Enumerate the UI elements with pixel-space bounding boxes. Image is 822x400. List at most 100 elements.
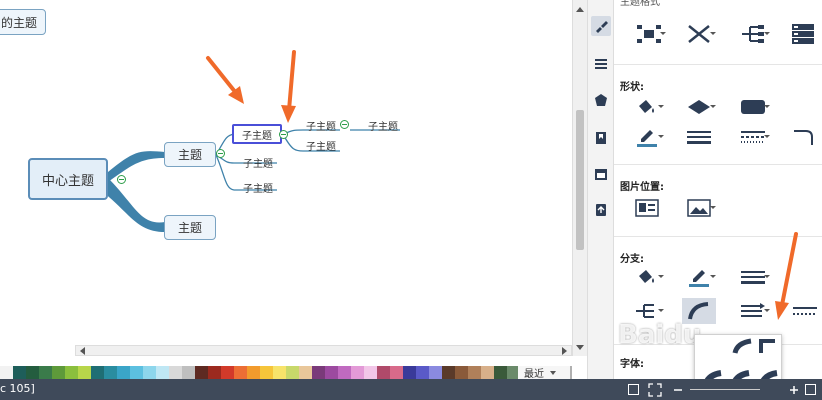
color-swatch[interactable] (52, 366, 65, 379)
color-swatch[interactable] (117, 366, 130, 379)
color-swatch[interactable] (182, 366, 195, 379)
scroll-up-icon[interactable] (576, 7, 584, 12)
color-swatch[interactable] (442, 366, 455, 379)
central-topic[interactable]: 中心主题 (28, 158, 108, 200)
structure-table-button[interactable] (786, 23, 820, 45)
tab-format[interactable] (591, 16, 611, 36)
color-swatch[interactable] (104, 366, 117, 379)
border-color-button[interactable] (630, 126, 664, 148)
image-position-button[interactable] (682, 197, 716, 219)
recent-colors-dropdown[interactable]: 最近 (518, 366, 570, 380)
mindmap-canvas[interactable]: 的主题 中心主题 主题 主题 子主题 子主题 子主题 子主题 子主题 子主题 (0, 0, 572, 356)
color-swatch[interactable] (39, 366, 52, 379)
scroll-thumb[interactable] (576, 110, 584, 250)
branch-dashed-button[interactable] (788, 300, 822, 322)
restore-icon[interactable] (805, 384, 816, 395)
zoom-in-icon[interactable] (788, 383, 800, 397)
color-swatch[interactable] (0, 366, 13, 379)
color-swatch[interactable] (325, 366, 338, 379)
collapse-toggle-selected[interactable] (279, 130, 288, 139)
color-swatch[interactable] (273, 366, 286, 379)
structure-tree-button[interactable] (736, 23, 770, 45)
fill-color-button[interactable] (630, 96, 664, 118)
collapse-toggle-central[interactable] (117, 175, 126, 184)
subtopic-selected[interactable]: 子主题 (232, 124, 282, 144)
color-swatch[interactable] (234, 366, 247, 379)
border-style-button[interactable] (736, 126, 770, 148)
color-swatch[interactable] (338, 366, 351, 379)
color-swatch[interactable] (481, 366, 494, 379)
color-swatch[interactable] (208, 366, 221, 379)
tab-task[interactable] (591, 200, 611, 220)
fit-page-icon[interactable] (628, 384, 639, 395)
chevron-down-icon (550, 370, 556, 375)
scroll-right-icon[interactable] (562, 347, 567, 355)
color-swatch[interactable] (286, 366, 299, 379)
color-swatch[interactable] (156, 366, 169, 379)
shape-rounded-button[interactable] (736, 96, 770, 118)
color-swatch[interactable] (299, 366, 312, 379)
branch-arrow-button[interactable] (736, 300, 770, 322)
branch-line-color-button[interactable] (682, 266, 716, 288)
color-swatch[interactable] (143, 366, 156, 379)
line-width-icon (687, 131, 711, 144)
tab-icons[interactable] (591, 90, 611, 110)
color-swatch[interactable] (468, 366, 481, 379)
color-swatch[interactable] (416, 366, 429, 379)
border-width-button[interactable] (682, 126, 716, 148)
tab-clipart[interactable] (591, 128, 611, 148)
chevron-down-icon (764, 135, 770, 138)
image-left-button[interactable] (630, 197, 664, 219)
subtopic-third[interactable]: 子主题 (240, 180, 276, 195)
branch-width-button[interactable] (736, 266, 770, 288)
topic-lower[interactable]: 主题 (164, 215, 216, 240)
structure-map-button[interactable] (632, 23, 666, 45)
topic-upper[interactable]: 主题 (164, 142, 216, 167)
color-swatch[interactable] (26, 366, 39, 379)
color-swatch[interactable] (65, 366, 78, 379)
color-swatch[interactable] (91, 366, 104, 379)
structure-logic-button[interactable] (682, 23, 716, 45)
subtopic-right-far[interactable]: 子主题 (365, 118, 401, 133)
curve-option-5[interactable] (759, 339, 775, 353)
shape-diamond-button[interactable] (682, 96, 716, 118)
color-swatch[interactable] (455, 366, 468, 379)
color-swatch[interactable] (429, 366, 442, 379)
color-swatch[interactable] (130, 366, 143, 379)
color-swatch[interactable] (312, 366, 325, 379)
side-panel-tabs (587, 0, 614, 379)
color-swatch[interactable] (403, 366, 416, 379)
color-swatch[interactable] (221, 366, 234, 379)
collapse-toggle-upper[interactable] (216, 149, 225, 158)
scroll-left-icon[interactable] (80, 347, 85, 355)
zoom-out-icon[interactable] (672, 383, 684, 397)
fullscreen-icon[interactable] (648, 383, 662, 397)
color-swatch[interactable] (247, 366, 260, 379)
color-swatch[interactable] (390, 366, 403, 379)
color-swatch[interactable] (377, 366, 390, 379)
color-swatch[interactable] (260, 366, 273, 379)
subtopic-second[interactable]: 子主题 (240, 155, 276, 170)
tab-outline[interactable] (591, 54, 611, 74)
branch-color-button[interactable] (630, 266, 664, 288)
branch-structure-button[interactable] (630, 300, 664, 322)
color-swatch[interactable] (195, 366, 208, 379)
color-swatch[interactable] (13, 366, 26, 379)
canvas-vertical-scrollbar[interactable] (572, 0, 587, 356)
tab-calendar[interactable] (591, 164, 611, 184)
corner-style-button[interactable] (788, 126, 822, 148)
color-swatch[interactable] (494, 366, 507, 379)
subtopic-right-top-label: 子主题 (306, 121, 336, 133)
partial-topic[interactable]: 的主题 (0, 9, 46, 35)
canvas-horizontal-scrollbar[interactable] (75, 345, 572, 356)
curve-option-4[interactable] (732, 338, 752, 354)
scroll-down-icon[interactable] (576, 345, 584, 350)
color-swatch[interactable] (351, 366, 364, 379)
zoom-slider[interactable] (690, 389, 760, 390)
collapse-toggle-right-top[interactable] (340, 120, 349, 129)
subtopic-right-bottom[interactable]: 子主题 (303, 138, 339, 153)
color-swatch[interactable] (78, 366, 91, 379)
color-swatch[interactable] (169, 366, 182, 379)
subtopic-right-top[interactable]: 子主题 (303, 118, 339, 133)
color-swatch[interactable] (364, 366, 377, 379)
